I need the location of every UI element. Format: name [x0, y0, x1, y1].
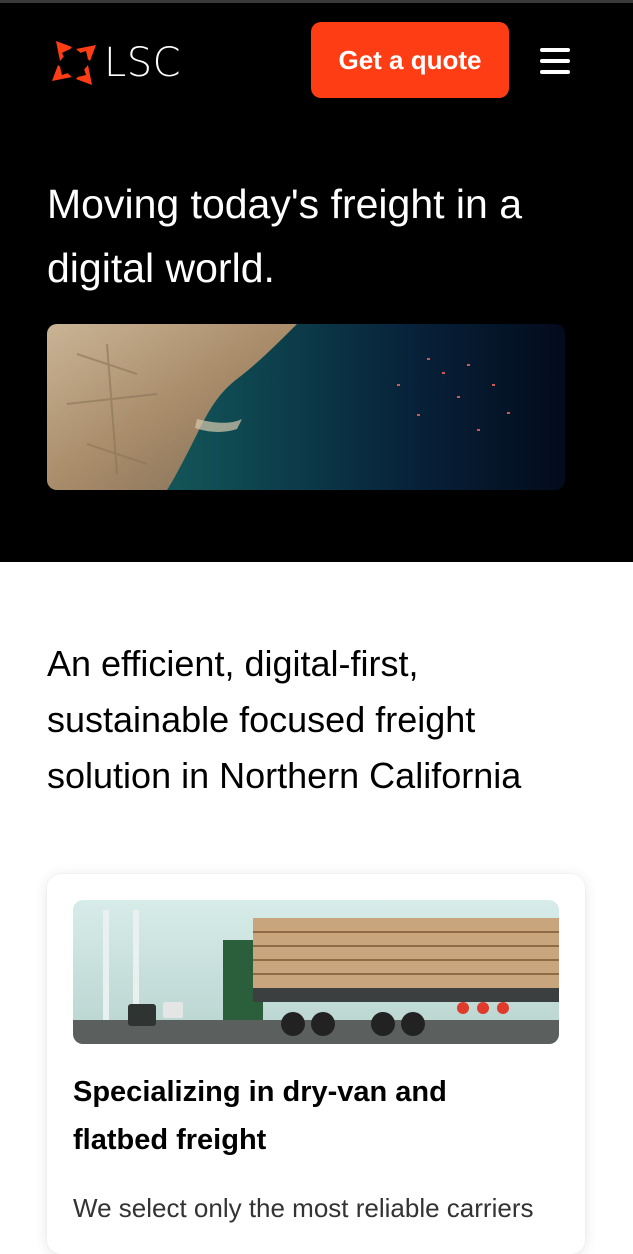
hero-section: LSC Get a quote Moving today's freight i…: [0, 0, 633, 562]
hamburger-menu-icon[interactable]: [538, 48, 572, 74]
card-title: Specializing in dry-van and flatbed frei…: [73, 1076, 447, 1156]
logo-link[interactable]: LSC: [50, 39, 181, 87]
hero-title: Moving today's freight in a digital worl…: [47, 181, 523, 291]
get-quote-button[interactable]: Get a quote: [311, 22, 509, 98]
lumber-truck-on-bridge-image: [73, 900, 559, 1044]
card-body: We select only the most reliable carrier…: [73, 1193, 534, 1223]
site-header: LSC Get a quote: [0, 22, 633, 98]
top-divider: [0, 0, 633, 3]
logo-text: LSC: [104, 40, 182, 86]
intro-heading: An efficient, digital-first, sustainable…: [47, 643, 522, 796]
satellite-port-aerial-image: [47, 324, 565, 490]
lsc-logo-icon: [52, 41, 96, 85]
service-card[interactable]: Specializing in dry-van and flatbed frei…: [47, 874, 585, 1254]
